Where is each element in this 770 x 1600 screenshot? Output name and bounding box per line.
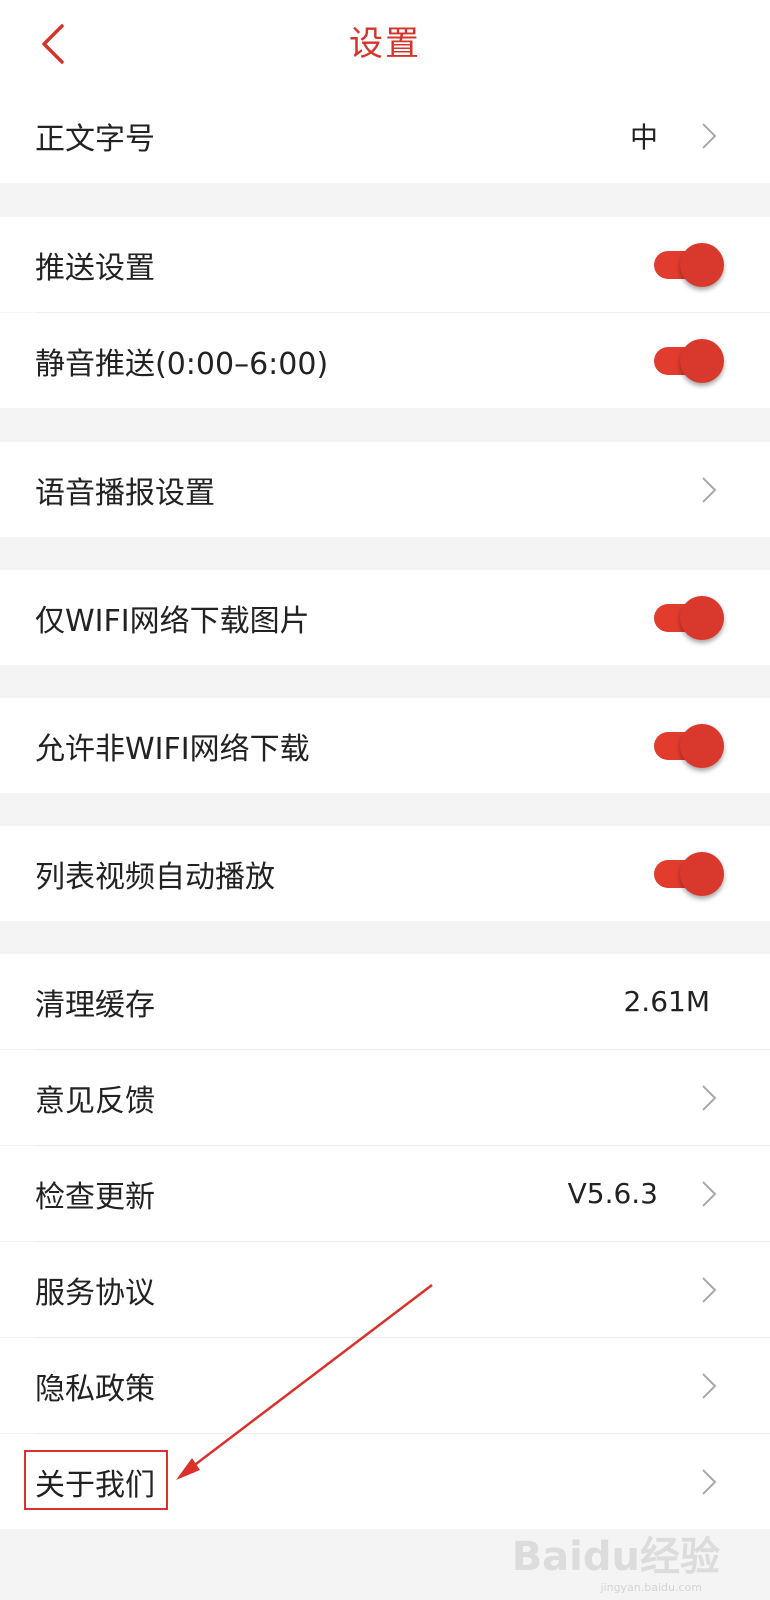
setting-row-silent-push: 静音推送(0:00–6:00) (0, 313, 770, 408)
watermark-url: jingyan.baidu.com (600, 1581, 702, 1594)
setting-label: 允许非WIFI网络下载 (35, 731, 310, 767)
toggle-knob (680, 851, 724, 896)
wifi-images-toggle[interactable] (654, 595, 724, 640)
non-wifi-download-toggle[interactable] (654, 723, 724, 768)
toggle-knob (680, 723, 724, 768)
setting-row-font-size[interactable]: 正文字号 中 (0, 88, 770, 183)
chevron-right-icon (702, 1084, 717, 1111)
setting-value: 中 (629, 120, 658, 154)
setting-row-autoplay-video: 列表视频自动播放 (0, 826, 770, 921)
page-title: 设置 (349, 24, 421, 64)
setting-label: 意见反馈 (35, 1083, 155, 1119)
setting-label: 语音播报设置 (35, 475, 215, 511)
setting-label: 静音推送(0:00–6:00) (35, 346, 329, 382)
watermark-logo: Baidu经验 (511, 1534, 720, 1580)
chevron-right-icon (702, 1372, 717, 1399)
push-toggle[interactable] (654, 242, 724, 287)
setting-row-non-wifi-download: 允许非WIFI网络下载 (0, 698, 770, 793)
chevron-right-icon (702, 1468, 717, 1495)
setting-row-check-update[interactable]: 检查更新 V5.6.3 (0, 1146, 770, 1241)
setting-row-voice-broadcast[interactable]: 语音播报设置 (0, 442, 770, 537)
chevron-right-icon (702, 476, 717, 503)
toggle-knob (680, 338, 724, 383)
setting-label: 列表视频自动播放 (35, 859, 275, 895)
silent-push-toggle[interactable] (654, 338, 724, 383)
chevron-right-icon (702, 122, 717, 149)
toggle-knob (680, 242, 724, 287)
chevron-right-icon (702, 1276, 717, 1303)
setting-row-privacy-policy[interactable]: 隐私政策 (0, 1338, 770, 1433)
setting-row-wifi-images: 仅WIFI网络下载图片 (0, 570, 770, 665)
setting-label: 正文字号 (35, 121, 155, 157)
setting-label: 推送设置 (35, 250, 155, 286)
setting-label: 仅WIFI网络下载图片 (35, 603, 310, 639)
cache-size-value: 2.61M (623, 985, 710, 1018)
setting-row-feedback[interactable]: 意见反馈 (0, 1050, 770, 1145)
top-bar: 设置 (0, 0, 770, 88)
setting-row-push: 推送设置 (0, 217, 770, 312)
version-value: V5.6.3 (567, 1177, 658, 1210)
setting-row-clear-cache[interactable]: 清理缓存 2.61M (0, 954, 770, 1049)
annotation-highlight-box (24, 1450, 168, 1510)
setting-row-service-agreement[interactable]: 服务协议 (0, 1242, 770, 1337)
autoplay-video-toggle[interactable] (654, 851, 724, 896)
setting-label: 隐私政策 (35, 1371, 155, 1407)
setting-label: 清理缓存 (35, 987, 155, 1023)
chevron-right-icon (702, 1180, 717, 1207)
setting-label: 服务协议 (35, 1275, 155, 1311)
toggle-knob (680, 595, 724, 640)
setting-label: 检查更新 (35, 1179, 155, 1215)
